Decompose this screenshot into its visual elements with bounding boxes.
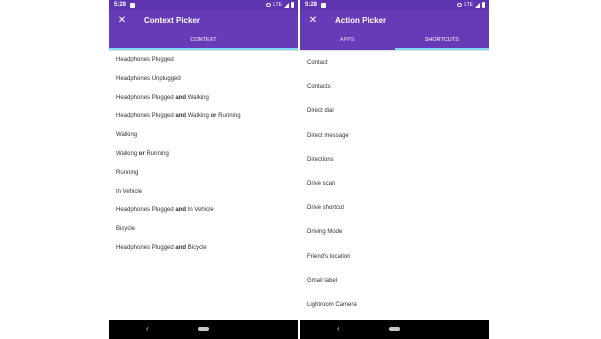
battery-icon bbox=[291, 2, 294, 8]
action-picker-screen: 5:28 LTE ✕ Action Picker APPS SHORTCUTS C… bbox=[300, 0, 489, 339]
context-text: Bicycle bbox=[186, 244, 207, 251]
status-bar: 5:28 LTE bbox=[300, 0, 489, 10]
shortcut-list: Contact Contacts Direct dial Direct message… bbox=[300, 51, 489, 317]
context-text: Running bbox=[116, 169, 139, 176]
list-item[interactable]: Headphones Plugged and Walking bbox=[109, 89, 298, 108]
context-text: Headphones Plugged bbox=[116, 244, 176, 251]
status-time: 5:28 bbox=[114, 2, 127, 8]
context-text: Headphones Unplugged bbox=[116, 75, 181, 82]
status-bar: 5:28 LTE bbox=[109, 0, 298, 10]
list-item[interactable]: Headphones Plugged and In Vehicle bbox=[109, 201, 298, 220]
context-list: Headphones Plugged Headphones Unplugged He… bbox=[109, 51, 298, 258]
context-text: Bicycle bbox=[116, 226, 136, 233]
tab-shortcuts[interactable]: SHORTCUTS bbox=[394, 31, 490, 50]
context-text: Walking bbox=[116, 150, 139, 157]
page-title: Action Picker bbox=[335, 16, 387, 25]
signal-icon bbox=[284, 2, 289, 8]
tab-bar: APPS SHORTCUTS bbox=[300, 31, 489, 51]
context-text: In Vehicle bbox=[116, 188, 143, 195]
list-item[interactable]: Walking or Running bbox=[109, 145, 298, 164]
signal-icon bbox=[475, 2, 480, 8]
context-text: Headphones Plugged bbox=[116, 57, 174, 63]
operator-text: and bbox=[175, 94, 187, 101]
context-text: Running bbox=[144, 150, 169, 157]
operator-text: and bbox=[175, 244, 187, 251]
context-text: Walking bbox=[116, 132, 138, 139]
app-bar: ✕ Context Picker bbox=[109, 10, 298, 31]
tab-context[interactable]: CONTEXT bbox=[109, 31, 298, 50]
network-label: LTE bbox=[273, 2, 282, 8]
context-text: Running bbox=[216, 113, 241, 120]
list-item[interactable]: Contacts bbox=[300, 75, 489, 99]
context-picker-screen: 5:28 LTE ✕ Context Picker CONTEXT Headph… bbox=[109, 0, 298, 339]
list-item[interactable]: Gmail label bbox=[300, 269, 489, 293]
operator-text: and bbox=[175, 207, 187, 214]
list-item[interactable]: Lightroom Camera bbox=[300, 293, 489, 317]
notification-icon bbox=[130, 2, 136, 8]
list-item[interactable]: Contact bbox=[300, 51, 489, 75]
list-item[interactable]: Friend's location bbox=[300, 245, 489, 269]
navigation-bar: ‹ bbox=[300, 320, 489, 339]
close-icon[interactable]: ✕ bbox=[117, 15, 127, 26]
eye-icon bbox=[457, 3, 463, 7]
list-item[interactable]: Headphones Plugged and Walking or Runnin… bbox=[109, 107, 298, 126]
list-item[interactable]: Bicycle bbox=[109, 220, 298, 239]
eye-icon bbox=[266, 3, 272, 7]
operator-text: and bbox=[175, 113, 187, 120]
context-text: In Vehicle bbox=[186, 207, 214, 214]
list-item[interactable]: Direct message bbox=[300, 124, 489, 148]
list-item[interactable]: In Vehicle bbox=[109, 183, 298, 202]
list-item[interactable]: Headphones Unplugged bbox=[109, 70, 298, 89]
tab-bar: CONTEXT bbox=[109, 31, 298, 51]
list-item[interactable]: Drive shortcut bbox=[300, 196, 489, 220]
network-label: LTE bbox=[464, 2, 473, 8]
list-item[interactable]: Walking bbox=[109, 126, 298, 145]
page-title: Context Picker bbox=[144, 16, 201, 25]
list-item[interactable]: Headphones Plugged bbox=[109, 51, 298, 70]
notification-icon bbox=[321, 2, 327, 8]
home-pill-icon[interactable] bbox=[389, 327, 400, 331]
list-item[interactable]: Direct dial bbox=[300, 99, 489, 123]
status-time: 5:28 bbox=[305, 2, 318, 8]
battery-icon bbox=[482, 2, 485, 8]
list-item[interactable]: Directions bbox=[300, 148, 489, 172]
app-bar: ✕ Action Picker bbox=[300, 10, 489, 31]
navigation-bar: ‹ bbox=[109, 320, 298, 339]
context-text: Walking bbox=[186, 113, 211, 120]
home-pill-icon[interactable] bbox=[198, 327, 209, 331]
context-text: Headphones Plugged bbox=[116, 113, 176, 120]
tab-apps[interactable]: APPS bbox=[300, 31, 395, 50]
list-item[interactable]: Driving Mode bbox=[300, 220, 489, 244]
list-item[interactable]: Drive scan bbox=[300, 172, 489, 196]
back-arrow-icon[interactable]: ‹ bbox=[146, 324, 149, 334]
list-item[interactable]: Running bbox=[109, 164, 298, 183]
list-item[interactable]: Headphones Plugged and Bicycle bbox=[109, 239, 298, 258]
context-text: Walking bbox=[186, 94, 209, 101]
back-arrow-icon[interactable]: ‹ bbox=[337, 324, 340, 334]
context-text: Headphones Plugged bbox=[116, 207, 176, 214]
close-icon[interactable]: ✕ bbox=[308, 15, 318, 26]
context-text: Headphones Plugged bbox=[116, 94, 176, 101]
